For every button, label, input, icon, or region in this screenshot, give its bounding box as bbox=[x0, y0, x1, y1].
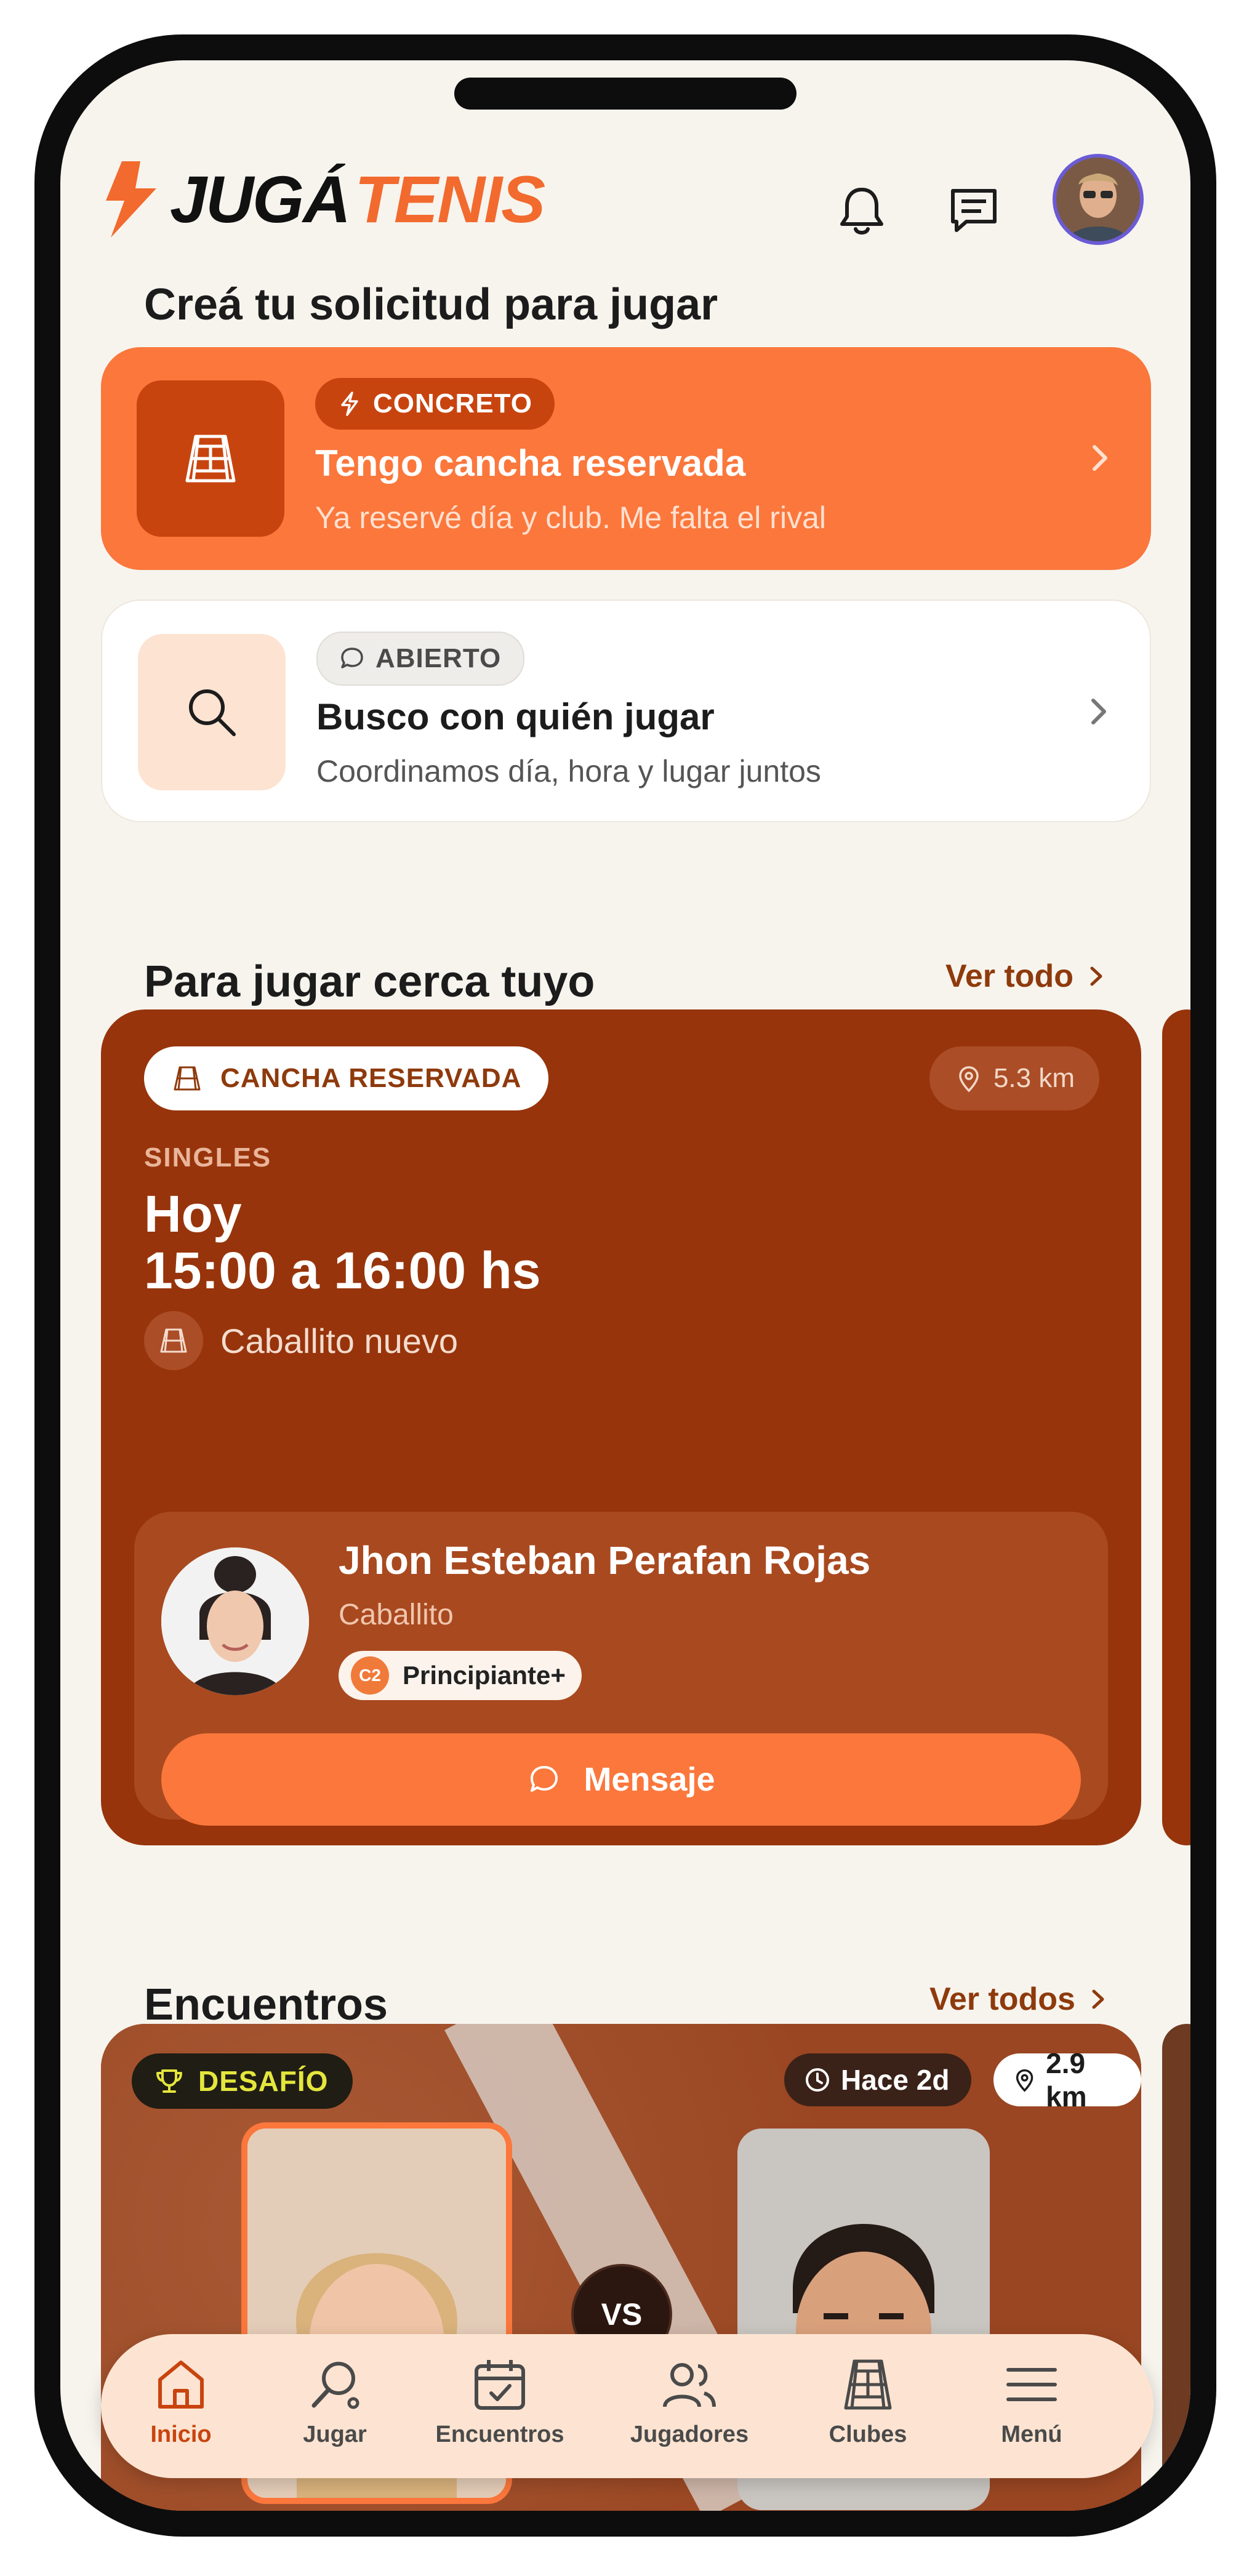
match-distance-badge: 2.9 km bbox=[993, 2047, 1141, 2113]
club-name: Caballito nuevo bbox=[220, 1321, 459, 1360]
court-icon bbox=[174, 1066, 201, 1091]
create-request-heading: Creá tu solicitud para jugar bbox=[144, 280, 718, 329]
lightning-logo-icon bbox=[106, 161, 156, 238]
nearby-see-all-label: Ver todo bbox=[945, 958, 1074, 994]
concrete-badge-label: CONCRETO bbox=[373, 388, 532, 419]
user-avatar-photo bbox=[1056, 158, 1140, 241]
player-panel: Jhon Esteban Perafan Rojas Caballito C2 … bbox=[134, 1512, 1108, 1826]
nav-label-menu: Menú bbox=[1001, 2422, 1062, 2447]
nav-item-jugadores[interactable]: Jugadores bbox=[616, 2355, 763, 2448]
open-badge-label: ABIERTO bbox=[375, 643, 502, 673]
message-button[interactable]: Mensaje bbox=[161, 1733, 1081, 1826]
chevron-right-icon bbox=[1091, 699, 1106, 724]
player-location: Caballito bbox=[339, 1599, 454, 1631]
next-match-peek[interactable] bbox=[1162, 2024, 1190, 2511]
player-name: Jhon Esteban Perafan Rojas bbox=[339, 1538, 871, 1583]
message-button-label: Mensaje bbox=[584, 1761, 715, 1798]
user-avatar[interactable] bbox=[1053, 154, 1144, 245]
home-icon bbox=[158, 2361, 204, 2409]
chevron-right-icon bbox=[1093, 445, 1107, 471]
club-row: Caballito nuevo bbox=[144, 1311, 458, 1370]
bottom-navigation: Inicio Jugar Encuentros Jugadores Clubes… bbox=[101, 2334, 1154, 2478]
court-icon bbox=[185, 435, 236, 483]
request-open-card[interactable]: ABIERTO Busco con quién jugar Coordinamo… bbox=[101, 600, 1151, 822]
open-title: Busco con quién jugar bbox=[316, 696, 715, 737]
match-day: Hoy bbox=[144, 1185, 242, 1243]
bell-icon[interactable] bbox=[832, 181, 891, 240]
phone-frame: JUGÁTENIS Creá tu solicitud para jugar bbox=[34, 34, 1216, 2537]
brand-name-part2: TENIS bbox=[355, 162, 545, 236]
racket-icon bbox=[311, 2362, 359, 2409]
concrete-badge: CONCRETO bbox=[315, 378, 555, 430]
nearby-see-all-link[interactable]: Ver todo bbox=[945, 958, 1108, 995]
nav-item-jugar[interactable]: Jugar bbox=[261, 2355, 409, 2448]
clock-icon bbox=[806, 2068, 829, 2092]
nav-item-clubes[interactable]: Clubes bbox=[794, 2355, 942, 2448]
matches-see-all-link[interactable]: Ver todos bbox=[929, 1981, 1110, 2018]
challenge-tag-label: DESAFÍO bbox=[198, 2065, 329, 2097]
nav-label-inicio: Inicio bbox=[150, 2422, 212, 2447]
location-pin-icon bbox=[1016, 2069, 1033, 2092]
club-icon-circle bbox=[144, 1311, 203, 1370]
nav-label-jugadores: Jugadores bbox=[630, 2422, 749, 2447]
court-tile bbox=[137, 380, 284, 537]
reserved-court-tag: CANCHA RESERVADA bbox=[144, 1046, 549, 1110]
nav-item-inicio[interactable]: Inicio bbox=[107, 2355, 255, 2448]
app-screen: JUGÁTENIS Creá tu solicitud para jugar bbox=[60, 60, 1190, 2511]
nearby-match-card[interactable]: CANCHA RESERVADA 5.3 km SINGLES Hoy 15:0… bbox=[101, 1009, 1141, 1845]
search-tile bbox=[138, 634, 286, 790]
chevron-right-icon bbox=[1090, 966, 1102, 986]
nav-label-clubes: Clubes bbox=[829, 2422, 907, 2447]
location-pin-icon bbox=[959, 1066, 979, 1093]
chat-icon[interactable] bbox=[944, 181, 1003, 240]
next-card-peek[interactable] bbox=[1162, 1009, 1190, 1845]
trophy-icon bbox=[156, 2069, 182, 2093]
nearby-heading: Para jugar cerca tuyo bbox=[144, 957, 595, 1006]
distance-badge: 5.3 km bbox=[929, 1046, 1099, 1110]
calendar-icon bbox=[475, 2360, 525, 2410]
speech-bubble-icon bbox=[531, 1766, 558, 1792]
match-time: 15:00 a 16:00 hs bbox=[144, 1242, 541, 1299]
nav-label-jugar: Jugar bbox=[303, 2422, 367, 2447]
court-icon bbox=[844, 2359, 892, 2410]
matches-heading: Encuentros bbox=[144, 1980, 388, 2029]
nav-item-encuentros[interactable]: Encuentros bbox=[426, 2355, 574, 2448]
menu-icon bbox=[1006, 2368, 1057, 2401]
camera-notch bbox=[454, 78, 797, 110]
open-subtitle: Coordinamos día, hora y lugar juntos bbox=[316, 754, 821, 788]
nav-item-menu[interactable]: Menú bbox=[958, 2355, 1106, 2448]
distance-value: 5.3 km bbox=[993, 1063, 1075, 1093]
player-photo bbox=[161, 1547, 309, 1695]
users-icon bbox=[663, 2363, 716, 2407]
match-when: Hoy 15:00 a 16:00 hs bbox=[144, 1186, 540, 1299]
nav-label-encuentros: Encuentros bbox=[435, 2422, 564, 2447]
time-ago-badge: Hace 2d bbox=[784, 2053, 972, 2106]
match-kind: SINGLES bbox=[144, 1142, 272, 1173]
search-icon bbox=[189, 689, 236, 736]
court-icon bbox=[160, 1328, 187, 1353]
speech-bubble-icon bbox=[341, 648, 363, 668]
match-distance-value: 2.9 km bbox=[1046, 2047, 1087, 2113]
request-concrete-card[interactable]: CONCRETO Tengo cancha reservada Ya reser… bbox=[101, 347, 1151, 570]
matches-see-all-label: Ver todos bbox=[929, 1981, 1075, 2017]
level-label: Principiante+ bbox=[403, 1661, 566, 1690]
concrete-subtitle: Ya reservé día y club. Me falta el rival bbox=[315, 500, 826, 535]
open-badge: ABIERTO bbox=[316, 632, 525, 686]
app-logo[interactable]: JUGÁ TENIS bbox=[97, 156, 545, 243]
level-code: C2 bbox=[351, 1656, 389, 1695]
concrete-title: Tengo cancha reservada bbox=[315, 443, 746, 484]
time-ago-value: Hace 2d bbox=[841, 2064, 950, 2096]
player-level-badge: C2 Principiante+ bbox=[339, 1651, 582, 1700]
lightning-icon bbox=[341, 391, 358, 416]
reserved-court-tag-label: CANCHA RESERVADA bbox=[220, 1063, 522, 1093]
brand-name-part1: JUGÁ bbox=[170, 162, 351, 236]
player-avatar[interactable] bbox=[161, 1547, 309, 1695]
chevron-right-icon bbox=[1092, 1989, 1104, 2009]
challenge-tag: DESAFÍO bbox=[132, 2053, 353, 2109]
